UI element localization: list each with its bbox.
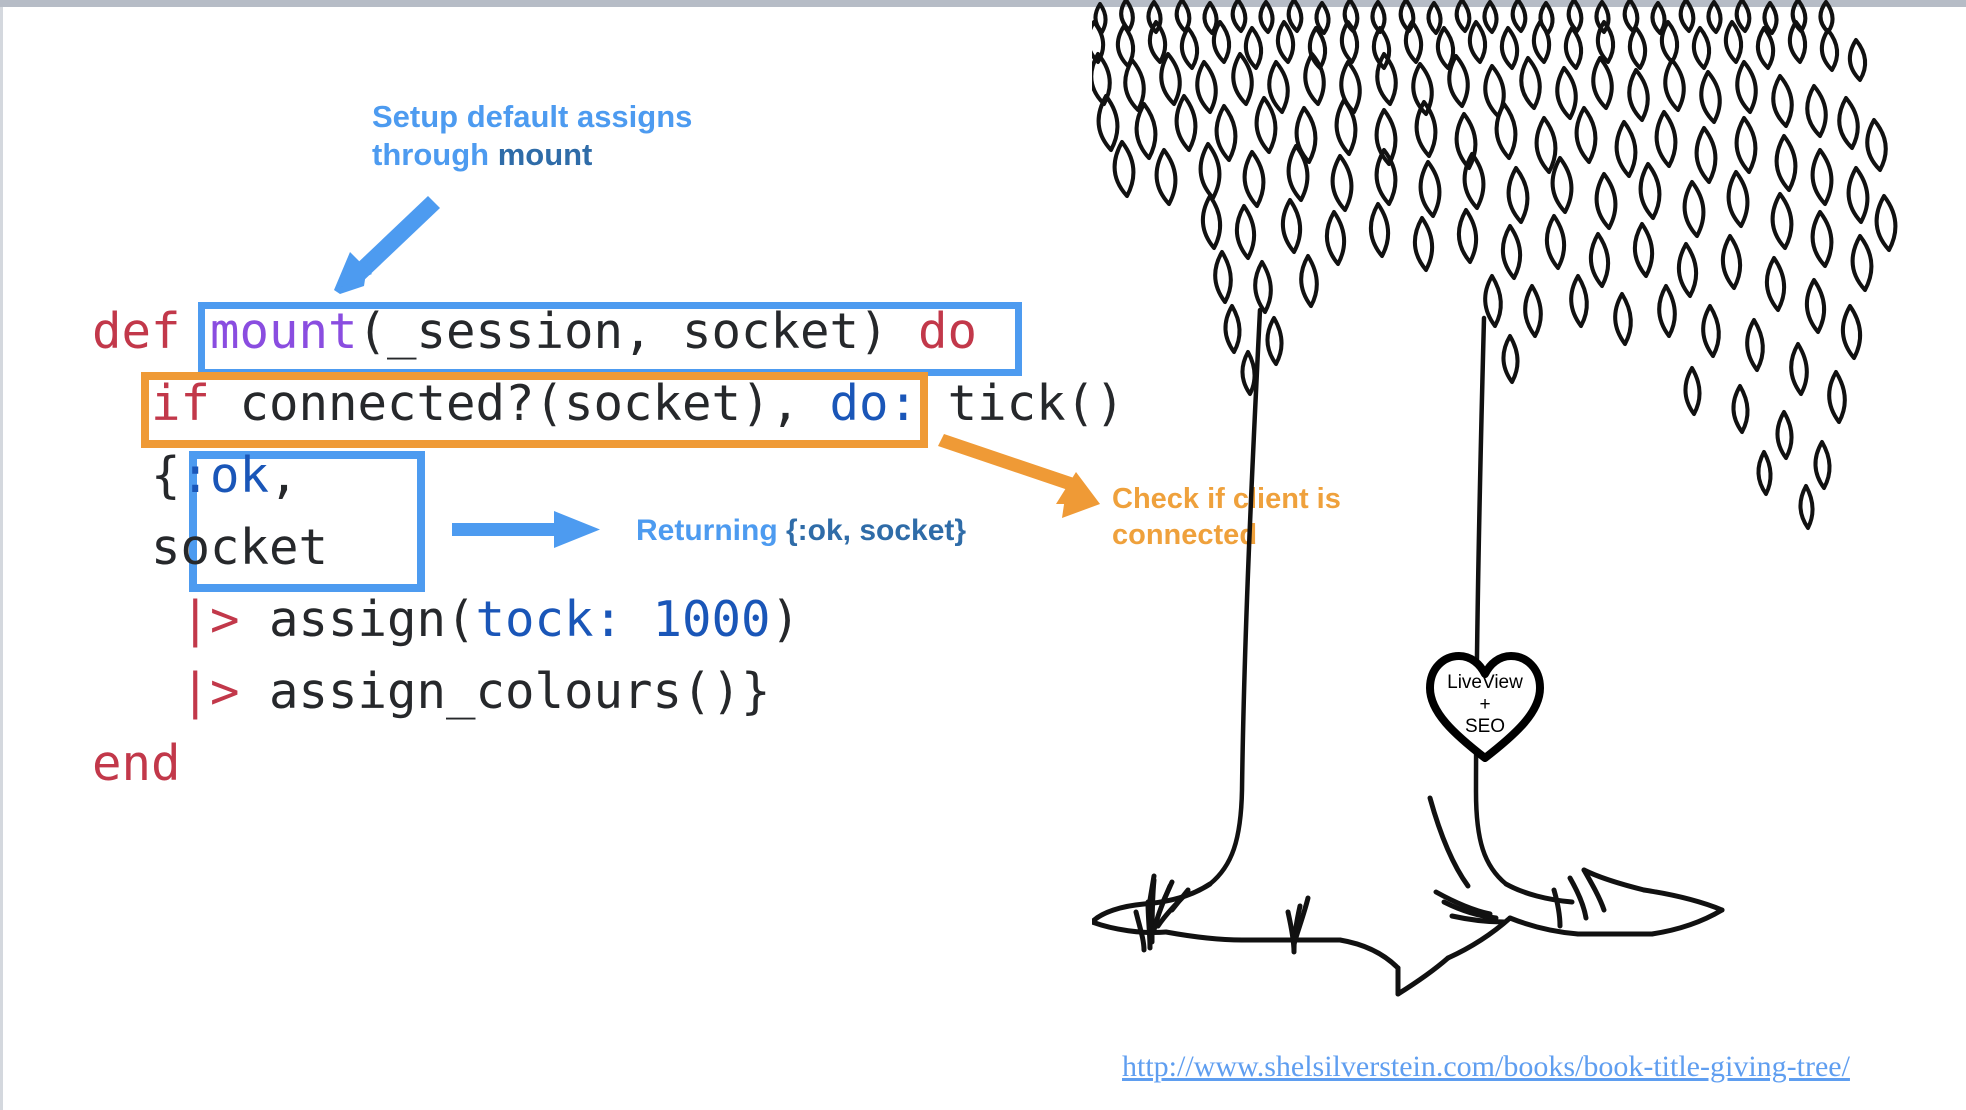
slide-left-border bbox=[0, 7, 3, 1110]
code-token: do: bbox=[829, 375, 919, 432]
code-token: def bbox=[92, 303, 211, 360]
giving-tree-illustration bbox=[1092, 0, 1966, 1040]
line-ok: {:ok, bbox=[92, 440, 1125, 512]
code-token: :ok bbox=[180, 447, 270, 504]
source-link[interactable]: http://www.shelsilverstein.com/books/boo… bbox=[1122, 1050, 1850, 1084]
code-token: ) bbox=[770, 591, 801, 648]
line-socket: socket bbox=[92, 512, 1125, 584]
line-end: end bbox=[92, 728, 1125, 800]
code-token: assign_colours()} bbox=[239, 663, 771, 720]
heart-label-line1: LiveView bbox=[1447, 672, 1523, 693]
code-token: connected?(socket), bbox=[210, 375, 830, 432]
code-block: def mount(_session, socket) do if connec… bbox=[92, 296, 1125, 800]
code-token: , bbox=[269, 447, 299, 504]
line-assign-colours: |> assign_colours()} bbox=[92, 656, 1125, 728]
code-token: socket bbox=[92, 519, 329, 576]
line-def: def mount(_session, socket) do bbox=[92, 296, 1125, 368]
heart-label-line3: SEO bbox=[1464, 716, 1506, 737]
code-token: (_session, socket) bbox=[357, 303, 919, 360]
code-token: if bbox=[151, 375, 211, 432]
arrow-down-left-icon bbox=[334, 196, 440, 294]
code-token: assign( bbox=[239, 591, 476, 648]
heart-label: LiveView + SEO bbox=[1428, 672, 1542, 738]
line-assign-tock: |> assign(tock: 1000) bbox=[92, 584, 1125, 656]
code-token: { bbox=[92, 447, 181, 504]
slide-canvas: Setup default assigns through mount Retu… bbox=[0, 0, 1966, 1110]
code-token: do bbox=[918, 303, 978, 360]
code-token: mount bbox=[210, 303, 358, 360]
code-token: end bbox=[92, 735, 181, 792]
code-token: |> bbox=[180, 663, 240, 720]
heart-label-line2: + bbox=[1479, 694, 1491, 715]
annotation-setup-default-assigns: Setup default assigns through mount bbox=[372, 98, 792, 175]
annotation-mount-keyword: mount bbox=[497, 137, 593, 173]
line-if: if connected?(socket), do: tick() bbox=[92, 368, 1125, 440]
code-token: tock: 1000 bbox=[475, 591, 771, 648]
code-token: |> bbox=[180, 591, 240, 648]
